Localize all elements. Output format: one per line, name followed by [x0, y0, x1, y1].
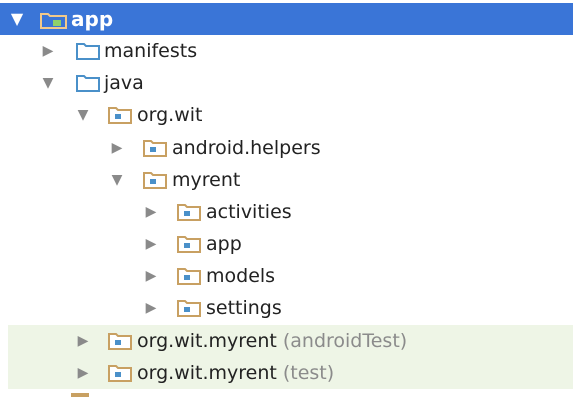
project-tree: ▼ app ▶ manifests ▼ java ▼ org.wit ▶ and…: [0, 0, 573, 397]
expand-arrow[interactable]: ▶: [143, 260, 159, 292]
tree-row-manifests[interactable]: ▶ manifests: [0, 35, 573, 67]
package-icon: [108, 107, 132, 124]
tree-row-activities[interactable]: ▶ activities: [0, 196, 573, 228]
package-icon: [177, 268, 201, 285]
package-icon: [143, 140, 167, 157]
tree-row-label: app: [71, 7, 114, 31]
expand-arrow[interactable]: ▶: [75, 325, 91, 357]
tree-row-label: settings: [206, 297, 282, 319]
package-icon: [143, 172, 167, 189]
source-set-suffix: (test): [282, 362, 335, 384]
expand-arrow[interactable]: ▼: [9, 3, 25, 35]
tree-row-label: org.wit.myrent (test): [137, 357, 334, 389]
tree-row-label: activities: [206, 201, 292, 223]
module-folder-icon: [40, 13, 67, 29]
tree-row-label: java: [104, 72, 144, 94]
tree-row-models[interactable]: ▶ models: [0, 260, 573, 292]
tree-row-label: app: [206, 233, 242, 255]
package-icon: [177, 204, 201, 221]
tree-row-myrent[interactable]: ▼ myrent: [0, 164, 573, 196]
package-icon: [108, 365, 132, 382]
expand-arrow[interactable]: ▶: [143, 196, 159, 228]
expand-arrow[interactable]: ▶: [143, 228, 159, 260]
collapse-arrow[interactable]: ▼: [75, 99, 91, 131]
expand-arrow[interactable]: ▶: [109, 132, 125, 164]
tree-row-android-helpers[interactable]: ▶ android.helpers: [0, 132, 573, 164]
expand-arrow[interactable]: ▶: [75, 357, 91, 389]
package-name: org.wit.myrent: [137, 330, 277, 352]
tree-row-label: android.helpers: [172, 137, 321, 159]
next-row-folder-icon-edge: [71, 393, 89, 397]
expand-arrow[interactable]: ▶: [143, 292, 159, 324]
package-name: org.wit.myrent: [137, 362, 277, 384]
tree-row-org-wit[interactable]: ▼ org.wit: [0, 99, 573, 131]
tree-row-org-wit-myrent-androidtest[interactable]: ▶ org.wit.myrent (androidTest): [8, 325, 573, 357]
package-icon: [108, 333, 132, 350]
tree-row-settings[interactable]: ▶ settings: [0, 292, 573, 324]
tree-row-label: org.wit.myrent (androidTest): [137, 325, 407, 357]
tree-row-label: manifests: [104, 40, 198, 62]
package-icon: [177, 300, 201, 317]
collapse-arrow[interactable]: ▼: [109, 164, 125, 196]
folder-icon: [76, 43, 100, 60]
tree-row-app[interactable]: ▼ app: [0, 3, 573, 35]
source-set-suffix: (androidTest): [282, 330, 408, 352]
tree-row-label: org.wit: [137, 104, 203, 126]
tree-row-label: myrent: [172, 169, 241, 191]
folder-icon: [76, 75, 100, 92]
tree-row-label: models: [206, 265, 276, 287]
tree-row-app-package[interactable]: ▶ app: [0, 228, 573, 260]
tree-row-org-wit-myrent-test[interactable]: ▶ org.wit.myrent (test): [8, 357, 573, 389]
package-icon: [177, 236, 201, 253]
tree-row-java[interactable]: ▼ java: [0, 67, 573, 99]
expand-arrow[interactable]: ▶: [40, 35, 56, 67]
collapse-arrow[interactable]: ▼: [40, 67, 56, 99]
